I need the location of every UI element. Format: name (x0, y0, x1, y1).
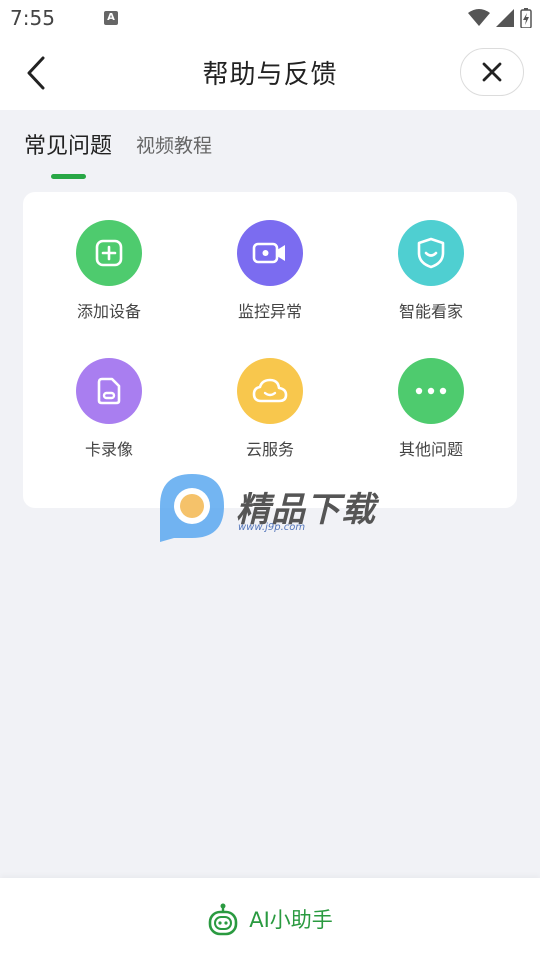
robot-icon (208, 903, 238, 936)
close-icon (482, 62, 502, 82)
status-bar: 7:55 A (0, 0, 540, 36)
status-icons (468, 7, 532, 29)
tab-faq[interactable]: 常见问题 (24, 128, 112, 160)
app-header: 帮助与反馈 (0, 36, 540, 110)
wifi-icon (468, 9, 490, 26)
category-label: 其他问题 (398, 440, 463, 459)
category-label: 添加设备 (76, 302, 141, 321)
add-icon (76, 220, 142, 286)
category-label: 智能看家 (398, 302, 463, 321)
category-label: 云服务 (245, 440, 294, 459)
category-card-recording[interactable]: 卡录像 (39, 358, 179, 478)
faq-category-card: 添加设备 监控异常 智能看家 卡录像 云服务 其他问题 (23, 192, 517, 508)
category-add-device[interactable]: 添加设备 (39, 220, 179, 340)
battery-icon (520, 8, 532, 28)
cloud-icon (237, 358, 303, 424)
bottom-bar: AI小助手 (0, 878, 540, 960)
ai-assistant-label: AI小助手 (249, 908, 333, 932)
page-title: 帮助与反馈 (202, 60, 338, 90)
active-tab-indicator (51, 174, 86, 179)
shield-icon (398, 220, 464, 286)
ai-assistant-button[interactable]: AI小助手 (207, 902, 333, 936)
more-icon (398, 358, 464, 424)
sd-card-icon (76, 358, 142, 424)
category-label: 监控异常 (237, 302, 302, 321)
close-button[interactable] (460, 48, 524, 96)
category-label: 卡录像 (84, 440, 133, 459)
category-cloud-service[interactable]: 云服务 (200, 358, 340, 478)
camera-icon (237, 220, 303, 286)
watermark-url: www.j9p.com (238, 522, 306, 533)
category-other-issues[interactable]: 其他问题 (361, 358, 501, 478)
tab-video-tutorial[interactable]: 视频教程 (136, 131, 212, 158)
category-smart-home-watch[interactable]: 智能看家 (361, 220, 501, 340)
category-monitor-issue[interactable]: 监控异常 (200, 220, 340, 340)
signal-icon (496, 9, 514, 27)
status-time: 7:55 (10, 6, 55, 30)
notification-icon: A (104, 11, 118, 25)
